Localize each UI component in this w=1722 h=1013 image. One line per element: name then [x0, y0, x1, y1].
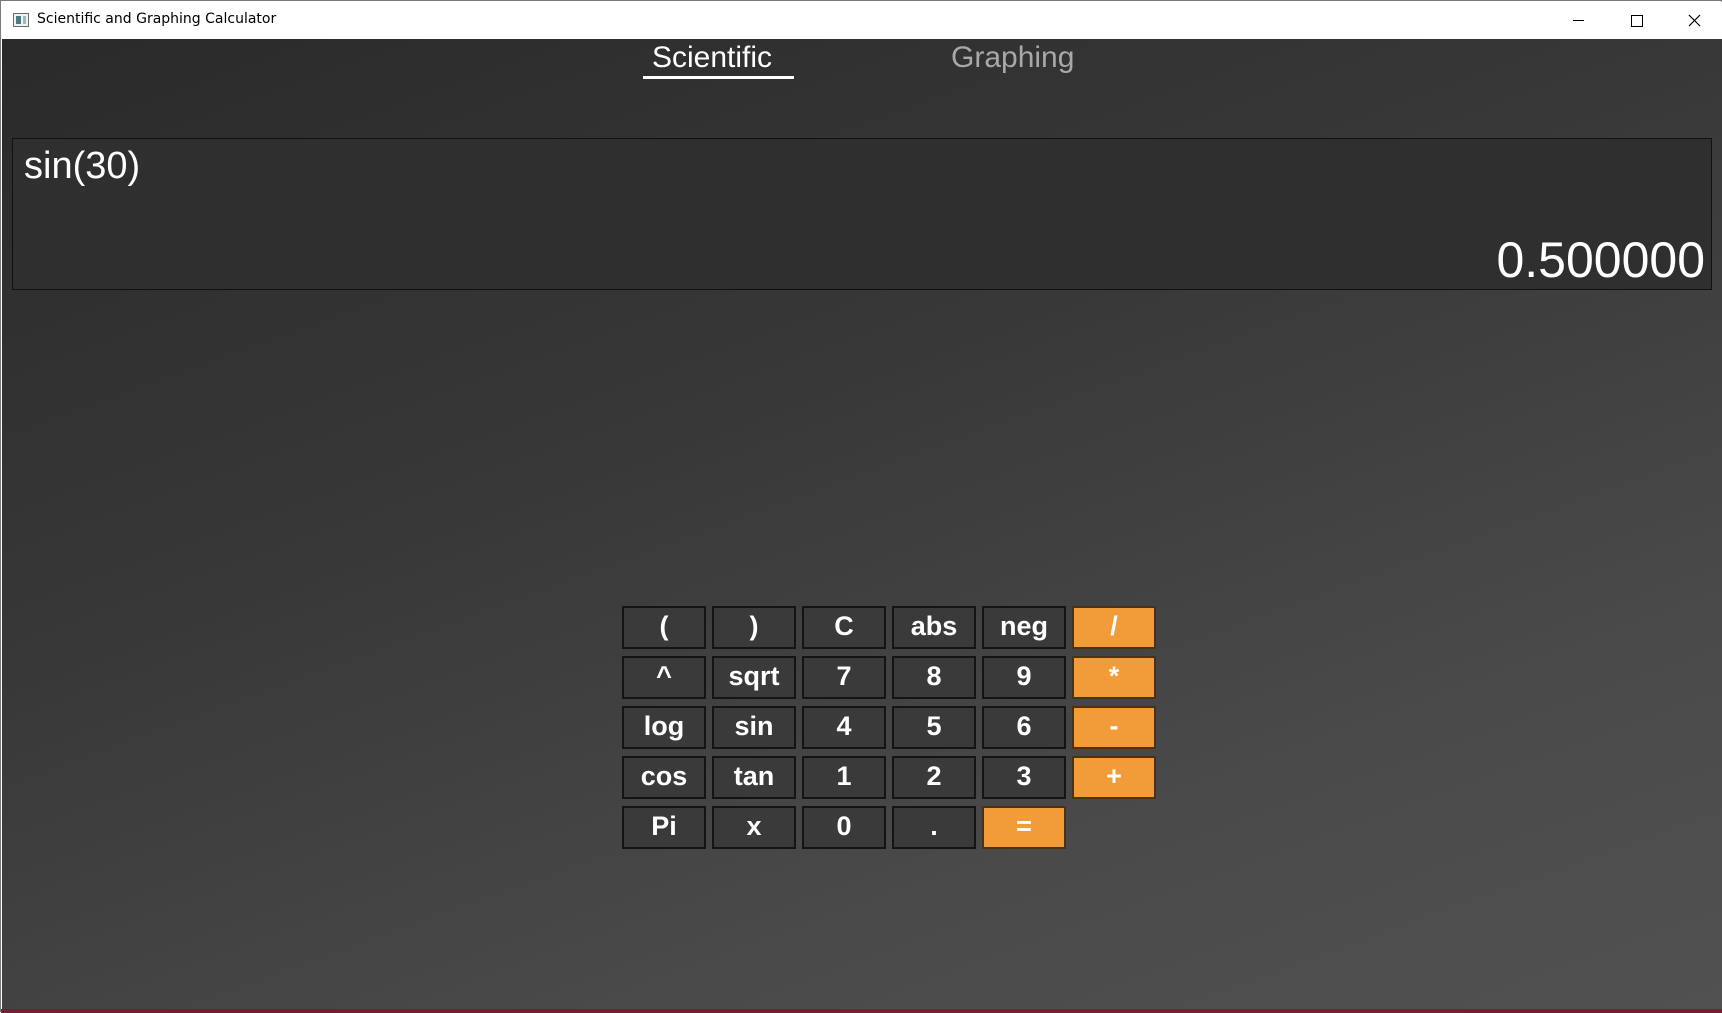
minimize-button[interactable]	[1549, 2, 1607, 39]
key-9[interactable]: 9	[982, 656, 1066, 699]
key-cos[interactable]: cos	[622, 756, 706, 799]
key-abs[interactable]: abs	[892, 606, 976, 649]
key-8[interactable]: 8	[892, 656, 976, 699]
key-pi[interactable]: Pi	[622, 806, 706, 849]
key-close-paren[interactable]: )	[712, 606, 796, 649]
key-3[interactable]: 3	[982, 756, 1066, 799]
keypad: ( ) C abs neg / ^ sqrt 7 8 9 * log sin 4…	[622, 606, 1158, 852]
client-area: Scientific Graphing sin(30) 0.500000 ( )…	[2, 39, 1722, 1009]
key-add[interactable]: +	[1072, 756, 1156, 799]
key-power[interactable]: ^	[622, 656, 706, 699]
key-open-paren[interactable]: (	[622, 606, 706, 649]
close-button[interactable]	[1665, 2, 1722, 39]
key-0[interactable]: 0	[802, 806, 886, 849]
result-text: 0.500000	[1496, 232, 1705, 288]
key-1[interactable]: 1	[802, 756, 886, 799]
key-4[interactable]: 4	[802, 706, 886, 749]
window-title: Scientific and Graphing Calculator	[37, 11, 277, 27]
maximize-icon	[1631, 15, 1643, 27]
key-log[interactable]: log	[622, 706, 706, 749]
minimize-icon	[1573, 20, 1584, 21]
key-subtract[interactable]: -	[1072, 706, 1156, 749]
key-neg[interactable]: neg	[982, 606, 1066, 649]
key-sqrt[interactable]: sqrt	[712, 656, 796, 699]
key-5[interactable]: 5	[892, 706, 976, 749]
key-x[interactable]: x	[712, 806, 796, 849]
calculator-display: sin(30) 0.500000	[12, 138, 1712, 290]
tab-graphing[interactable]: Graphing	[951, 41, 1074, 75]
active-tab-indicator	[643, 76, 794, 79]
key-6[interactable]: 6	[982, 706, 1066, 749]
key-clear[interactable]: C	[802, 606, 886, 649]
key-decimal[interactable]: .	[892, 806, 976, 849]
maximize-button[interactable]	[1607, 2, 1665, 39]
key-7[interactable]: 7	[802, 656, 886, 699]
calculator-window: Scientific and Graphing Calculator Scien…	[0, 0, 1722, 1013]
tab-scientific[interactable]: Scientific	[652, 41, 772, 75]
title-bar[interactable]: Scientific and Graphing Calculator	[2, 2, 1722, 39]
close-icon	[1688, 14, 1701, 27]
key-multiply[interactable]: *	[1072, 656, 1156, 699]
window-bottom-border	[1, 1009, 1722, 1013]
key-sin[interactable]: sin	[712, 706, 796, 749]
key-divide[interactable]: /	[1072, 606, 1156, 649]
expression-text: sin(30)	[24, 145, 141, 187]
key-equals[interactable]: =	[982, 806, 1066, 849]
app-icon	[13, 13, 29, 27]
key-tan[interactable]: tan	[712, 756, 796, 799]
key-2[interactable]: 2	[892, 756, 976, 799]
